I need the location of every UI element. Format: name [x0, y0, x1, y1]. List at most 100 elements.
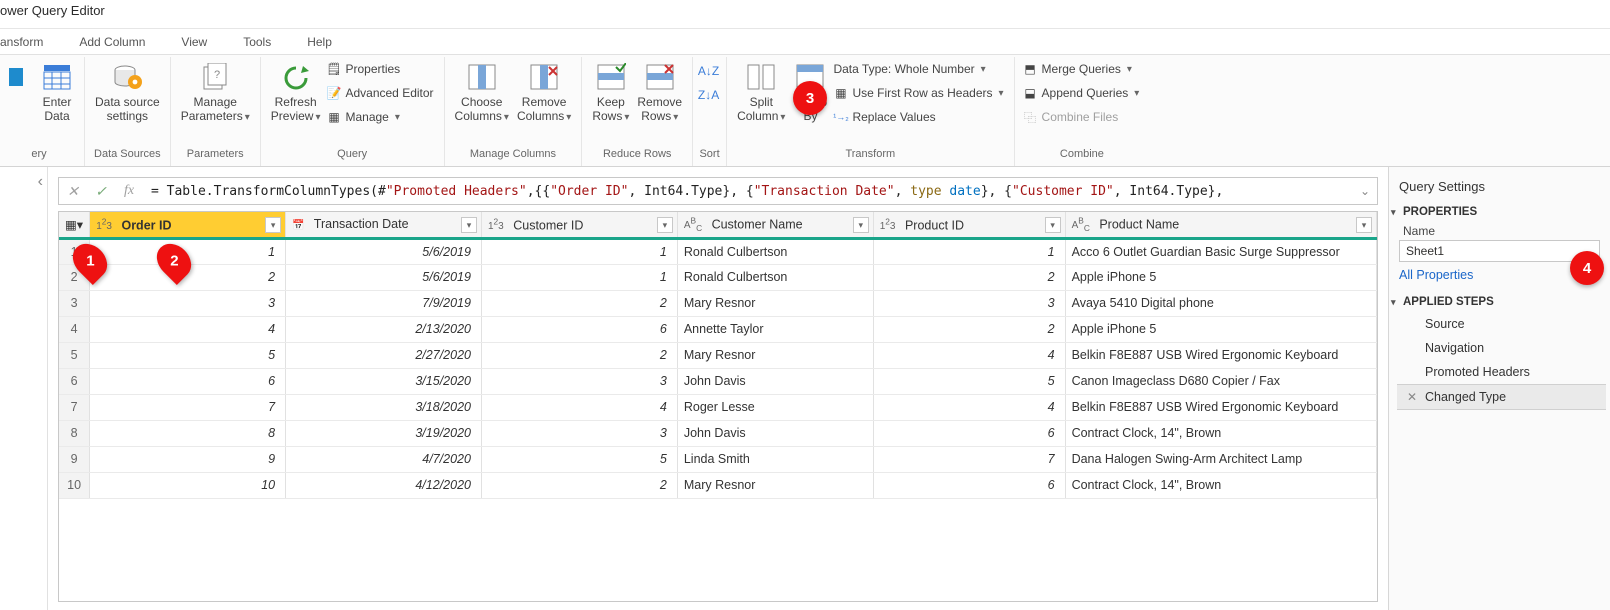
data-type-dropdown[interactable]: Data Type: Whole Number▾: [833, 59, 1003, 79]
cell[interactable]: Avaya 5410 Digital phone: [1065, 290, 1376, 316]
query-name-input[interactable]: Sheet1: [1399, 240, 1600, 262]
cell[interactable]: Dana Halogen Swing-Arm Architect Lamp: [1065, 446, 1376, 472]
table-row[interactable]: 115/6/20191Ronald Culbertson1Acco 6 Outl…: [59, 238, 1377, 264]
replace-values-button[interactable]: ¹→₂Replace Values: [833, 107, 1003, 127]
column-filter-button[interactable]: ▾: [853, 217, 869, 233]
cell[interactable]: Canon Imageclass D680 Copier / Fax: [1065, 368, 1376, 394]
remove-rows-button[interactable]: RemoveRows▾: [633, 57, 686, 125]
column-filter-button[interactable]: ▾: [461, 217, 477, 233]
cell[interactable]: Apple iPhone 5: [1065, 264, 1376, 290]
table-row[interactable]: 10104/12/20202Mary Resnor6Contract Clock…: [59, 472, 1377, 498]
applied-step[interactable]: Promoted Headers: [1397, 360, 1606, 384]
formula-commit-button[interactable]: ✓: [87, 183, 115, 200]
column-header-customer-id[interactable]: 123 Customer ID▾: [481, 212, 677, 238]
cell[interactable]: 5: [873, 368, 1065, 394]
table-row[interactable]: 773/18/20204Roger Lesse4Belkin F8E887 US…: [59, 394, 1377, 420]
cell[interactable]: 2: [873, 264, 1065, 290]
cell[interactable]: 6: [90, 368, 286, 394]
table-row[interactable]: 883/19/20203John Davis6Contract Clock, 1…: [59, 420, 1377, 446]
column-filter-button[interactable]: ▾: [265, 217, 281, 233]
column-filter-button[interactable]: ▾: [657, 217, 673, 233]
cell[interactable]: 6: [873, 472, 1065, 498]
row-number[interactable]: 6: [59, 368, 90, 394]
cell[interactable]: 2: [481, 472, 677, 498]
cell[interactable]: Apple iPhone 5: [1065, 316, 1376, 342]
keep-rows-button[interactable]: KeepRows▾: [588, 57, 633, 125]
row-number[interactable]: 10: [59, 472, 90, 498]
cell[interactable]: Contract Clock, 14", Brown: [1065, 420, 1376, 446]
cell[interactable]: Mary Resnor: [677, 290, 873, 316]
row-number[interactable]: 7: [59, 394, 90, 420]
choose-columns-button[interactable]: ChooseColumns▾: [451, 57, 513, 125]
cell[interactable]: Linda Smith: [677, 446, 873, 472]
row-number[interactable]: 5: [59, 342, 90, 368]
column-header-product-name[interactable]: ABC Product Name▾: [1065, 212, 1376, 238]
cell[interactable]: 8: [90, 420, 286, 446]
cell[interactable]: 5: [90, 342, 286, 368]
cell[interactable]: 3/15/2020: [286, 368, 482, 394]
data-grid[interactable]: ▦▾123 Order ID▾📅 Transaction Date▾123 Cu…: [58, 211, 1378, 602]
column-header-customer-name[interactable]: ABC Customer Name▾: [677, 212, 873, 238]
cell[interactable]: 4/12/2020: [286, 472, 482, 498]
menu-view[interactable]: View: [163, 30, 225, 54]
formula-cancel-button[interactable]: ✕: [59, 183, 87, 200]
table-row[interactable]: 994/7/20205Linda Smith7Dana Halogen Swin…: [59, 446, 1377, 472]
row-number[interactable]: 9: [59, 446, 90, 472]
split-column-button[interactable]: SplitColumn▾: [733, 57, 789, 125]
merge-queries-button[interactable]: ⬒Merge Queries▾: [1023, 59, 1140, 79]
column-header-order-id[interactable]: 123 Order ID▾: [90, 212, 286, 238]
cell[interactable]: Annette Taylor: [677, 316, 873, 342]
cell[interactable]: 7: [90, 394, 286, 420]
cell[interactable]: 2/27/2020: [286, 342, 482, 368]
cell[interactable]: 6: [481, 316, 677, 342]
cell[interactable]: 3: [481, 420, 677, 446]
applied-steps-section[interactable]: APPLIED STEPS: [1389, 290, 1610, 312]
cell[interactable]: 4: [90, 316, 286, 342]
cell[interactable]: 3/19/2020: [286, 420, 482, 446]
append-queries-button[interactable]: ⬓Append Queries▾: [1023, 83, 1140, 103]
table-row[interactable]: 552/27/20202Mary Resnor4Belkin F8E887 US…: [59, 342, 1377, 368]
table-row[interactable]: 337/9/20192Mary Resnor3Avaya 5410 Digita…: [59, 290, 1377, 316]
cell[interactable]: 6: [873, 420, 1065, 446]
cell[interactable]: 2/13/2020: [286, 316, 482, 342]
data-source-settings-button[interactable]: Data sourcesettings: [91, 57, 164, 123]
cell[interactable]: 3/18/2020: [286, 394, 482, 420]
menu-help[interactable]: Help: [289, 30, 350, 54]
cell[interactable]: 4: [873, 394, 1065, 420]
cell[interactable]: Belkin F8E887 USB Wired Ergonomic Keyboa…: [1065, 342, 1376, 368]
cell[interactable]: Ronald Culbertson: [677, 238, 873, 264]
cell[interactable]: 5/6/2019: [286, 238, 482, 264]
cell[interactable]: Mary Resnor: [677, 342, 873, 368]
cell[interactable]: 7/9/2019: [286, 290, 482, 316]
applied-step[interactable]: ✕Changed Type: [1397, 384, 1606, 410]
cell[interactable]: 3: [481, 368, 677, 394]
applied-step[interactable]: Navigation: [1397, 336, 1606, 360]
cell[interactable]: 4: [873, 342, 1065, 368]
applied-step[interactable]: Source: [1397, 312, 1606, 336]
cell[interactable]: Roger Lesse: [677, 394, 873, 420]
cell[interactable]: Ronald Culbertson: [677, 264, 873, 290]
column-header-transaction-date[interactable]: 📅 Transaction Date▾: [286, 212, 482, 238]
menu-ansform[interactable]: ansform: [0, 30, 61, 54]
advanced-editor-button[interactable]: 📝Advanced Editor: [326, 83, 433, 103]
column-filter-button[interactable]: ▾: [1356, 217, 1372, 233]
sort-desc-button[interactable]: Z↓A: [701, 85, 716, 105]
refresh-preview-button[interactable]: RefreshPreview▾: [267, 57, 325, 125]
first-row-headers-button[interactable]: ▦Use First Row as Headers▾: [833, 83, 1003, 103]
menu-add-column[interactable]: Add Column: [61, 30, 163, 54]
cell[interactable]: 10: [90, 472, 286, 498]
cell[interactable]: 1: [873, 238, 1065, 264]
cell[interactable]: Mary Resnor: [677, 472, 873, 498]
cell[interactable]: 3: [90, 290, 286, 316]
formula-text[interactable]: = Table.TransformColumnTypes(#"Promoted …: [143, 184, 1353, 199]
row-number[interactable]: 8: [59, 420, 90, 446]
cell[interactable]: 2: [481, 290, 677, 316]
manage-parameters-button[interactable]: ? ManageParameters▾: [177, 57, 254, 125]
cell[interactable]: 4: [481, 394, 677, 420]
table-row[interactable]: 225/6/20191Ronald Culbertson2Apple iPhon…: [59, 264, 1377, 290]
cell[interactable]: 5: [481, 446, 677, 472]
sort-asc-button[interactable]: A↓Z: [701, 61, 716, 81]
cell[interactable]: 3: [873, 290, 1065, 316]
select-all-corner[interactable]: ▦▾: [59, 212, 90, 238]
formula-expand-button[interactable]: ⌄: [1353, 184, 1377, 198]
